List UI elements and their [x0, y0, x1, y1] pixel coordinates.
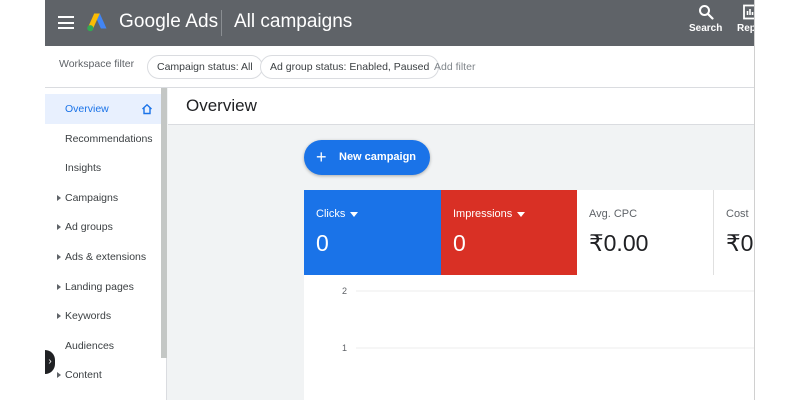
- sidebar-item-landing-pages[interactable]: Landing pages: [45, 272, 161, 302]
- search-button-label: Search: [689, 23, 723, 34]
- campaign-status-chip[interactable]: Campaign status: All: [147, 55, 263, 79]
- sidebar-item-audiences[interactable]: Audiences: [45, 331, 161, 361]
- dropdown-arrow-icon: [350, 211, 359, 217]
- workspace-filter-label: Workspace filter: [59, 58, 135, 70]
- metric-cards: Clicks 0 Impressions 0 Avg. CPC ₹0.00 Co…: [304, 190, 754, 275]
- expand-caret-icon: [57, 254, 61, 260]
- sidebar-item-label: Ad groups: [65, 221, 113, 233]
- sidebar-item-label: Content: [65, 369, 102, 381]
- metric-label: Avg. CPC: [589, 208, 638, 220]
- sidebar-item-insights[interactable]: Insights: [45, 153, 161, 183]
- metric-value: ₹0: [726, 230, 754, 256]
- sidebar-item-label: Overview: [65, 103, 109, 115]
- metric-label: Impressions: [453, 208, 526, 220]
- sidebar-item-ads-extensions[interactable]: Ads & extensions: [45, 242, 161, 272]
- metric-value: 0: [316, 230, 329, 256]
- sidebar-item-ad-groups[interactable]: Ad groups: [45, 212, 161, 242]
- sidebar-item-label: Ads & extensions: [65, 251, 147, 263]
- menu-icon[interactable]: [58, 16, 74, 29]
- app-window: Google Ads All campaigns Search Repo Wor…: [45, 0, 754, 400]
- page-title: Overview: [186, 96, 257, 115]
- expand-caret-icon: [57, 372, 61, 378]
- expand-caret-icon: [57, 224, 61, 230]
- new-campaign-label: New campaign: [339, 151, 417, 163]
- metric-value: 0: [453, 230, 466, 256]
- dropdown-arrow-icon: [517, 211, 526, 217]
- chevron-right-icon: ›: [48, 356, 52, 367]
- y-tick-label: 1: [342, 343, 347, 353]
- overview-header: Overview: [168, 88, 754, 125]
- reports-button-label: Repo: [737, 23, 754, 34]
- sidebar-item-content[interactable]: Content: [45, 360, 161, 390]
- metric-card-avg-cpc[interactable]: Avg. CPC ₹0.00: [577, 190, 714, 275]
- chart-svg: 2 1: [342, 286, 754, 353]
- sidebar-scrollbar[interactable]: [161, 88, 167, 358]
- metric-card-clicks[interactable]: Clicks 0: [304, 190, 441, 275]
- expand-caret-icon: [57, 284, 61, 290]
- metric-label: Cost: [726, 208, 749, 220]
- sidebar-item-label: Campaigns: [65, 192, 119, 204]
- brand-name: Google Ads: [119, 11, 219, 32]
- sidebar-item-overview[interactable]: Overview: [45, 94, 161, 124]
- sidebar-item-keywords[interactable]: Keywords: [45, 301, 161, 331]
- sidebar-item-label: Insights: [65, 162, 102, 174]
- metric-label: Clicks: [316, 208, 359, 220]
- reports-button[interactable]: Repo: [737, 4, 754, 34]
- y-tick-label: 2: [342, 286, 347, 296]
- sidebar-item-campaigns[interactable]: Campaigns: [45, 183, 161, 213]
- metric-value: ₹0.00: [589, 230, 649, 256]
- sidebar-item-label: Audiences: [65, 340, 115, 352]
- ad-group-status-chip[interactable]: Ad group status: Enabled, Paused: [260, 55, 440, 79]
- sidebar-item-label: Recommendations: [65, 133, 153, 145]
- metric-card-impressions[interactable]: Impressions 0: [441, 190, 577, 275]
- main-content: Overview + New campaign Clicks 0 Impress…: [168, 88, 754, 400]
- search-icon: [698, 5, 714, 20]
- new-campaign-button[interactable]: + New campaign: [304, 140, 430, 175]
- expand-caret-icon: [57, 195, 61, 201]
- header-divider: [221, 10, 222, 36]
- sidebar-item-label: Keywords: [65, 310, 112, 322]
- home-icon: [142, 103, 152, 115]
- sidebar-item-label: Landing pages: [65, 281, 134, 293]
- sidebar-nav: Overview Recommendations Insights Campai…: [45, 88, 167, 400]
- window-edge: [754, 0, 755, 400]
- plus-icon: +: [316, 147, 327, 167]
- sidebar-item-recommendations[interactable]: Recommendations: [45, 124, 161, 154]
- page-heading: All campaigns: [234, 11, 353, 32]
- google-ads-logo: [87, 13, 107, 32]
- top-app-bar: Google Ads All campaigns Search Repo: [45, 0, 754, 46]
- search-button[interactable]: Search: [689, 4, 722, 34]
- add-filter-link[interactable]: Add filter: [434, 61, 475, 73]
- workspace-filter-bar: Workspace filter Campaign status: All Ad…: [45, 46, 754, 88]
- performance-chart: 2 1: [304, 275, 754, 400]
- reports-icon: [742, 4, 754, 20]
- metric-card-cost[interactable]: Cost ₹0: [714, 190, 754, 275]
- expand-caret-icon: [57, 313, 61, 319]
